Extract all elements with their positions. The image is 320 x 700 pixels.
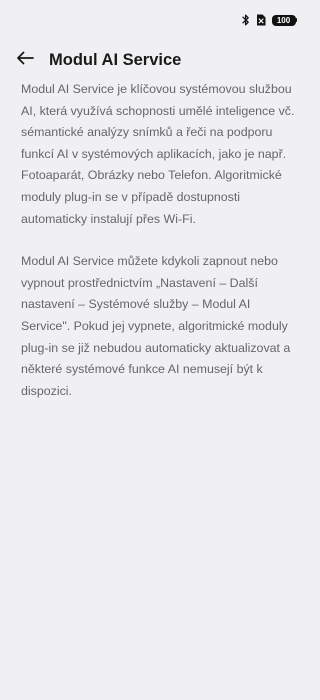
battery-icon: 100 <box>271 14 297 26</box>
status-icons: 100 <box>241 13 297 27</box>
description-paragraph-2: Modul AI Service můžete kdykoli zapnout … <box>21 254 291 398</box>
no-sim-icon <box>256 14 266 26</box>
description-content: Modul AI Service je klíčovou systémovou … <box>21 79 296 423</box>
status-bar: 100 <box>0 0 318 40</box>
bluetooth-icon <box>241 14 250 26</box>
description-paragraph-1: Modul AI Service je klíčovou systémovou … <box>21 82 295 226</box>
battery-level: 100 <box>271 14 296 26</box>
page-title: Modul AI Service <box>49 51 182 69</box>
back-button[interactable] <box>12 48 38 72</box>
arrow-left-icon <box>16 51 34 70</box>
app-header: Modul AI Service <box>0 46 318 74</box>
